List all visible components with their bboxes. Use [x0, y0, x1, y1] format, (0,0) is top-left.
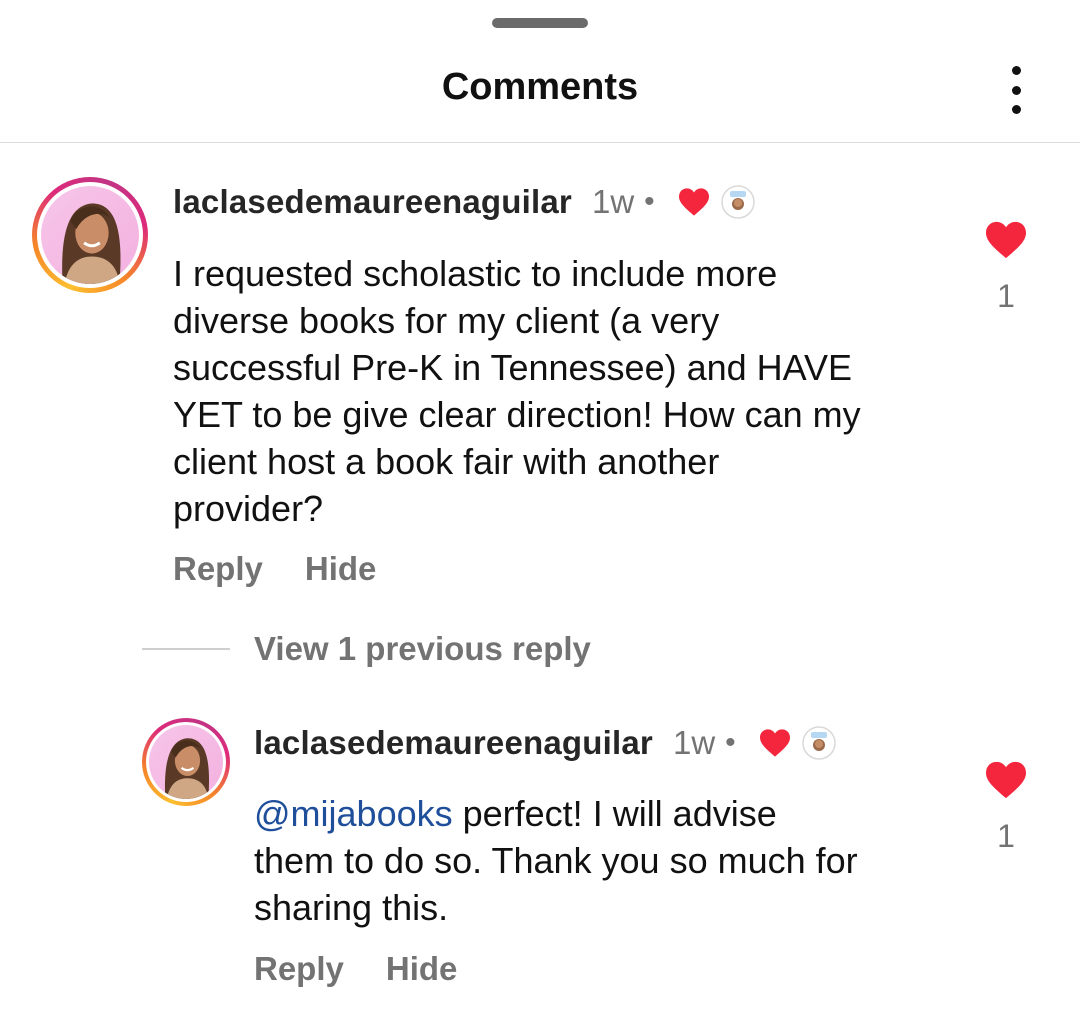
divider: [142, 648, 230, 650]
creator-avatar-icon: [801, 726, 836, 760]
comments-header: Comments: [0, 40, 1080, 143]
reply-button[interactable]: Reply: [254, 950, 344, 988]
avatar[interactable]: [32, 177, 148, 293]
timestamp: 1w: [591, 183, 635, 220]
comment-text: I requested scholastic to include more d…: [173, 250, 861, 532]
reply-line: sharing this.: [254, 887, 449, 928]
view-previous-replies-button[interactable]: View 1 previous reply: [142, 630, 591, 668]
hide-button[interactable]: Hide: [386, 950, 458, 988]
profile-photo: [149, 725, 223, 799]
liked-by-creator-heart-icon: [678, 188, 709, 216]
separator-dot: •: [725, 726, 736, 759]
profile-photo: [41, 186, 139, 284]
like-count: 1: [997, 818, 1015, 854]
reply-text-fragment: perfect! I will advise: [452, 793, 777, 834]
reply-text: @mijabooks perfect! I will advise them t…: [254, 790, 858, 931]
avatar[interactable]: [142, 718, 230, 806]
comment-line: diverse books for my client (a very: [173, 300, 720, 341]
username[interactable]: laclasedemaureenaguilar: [173, 183, 572, 221]
reply-line: @mijabooks perfect! I will advise: [254, 790, 858, 837]
page-title: Comments: [441, 66, 639, 108]
separator-dot: •: [644, 185, 655, 218]
comment-line: client host a book fair with another: [173, 441, 720, 482]
comment-meta: laclasedemaureenaguilar 1w •: [173, 183, 755, 221]
reply-meta: laclasedemaureenaguilar 1w •: [254, 724, 836, 762]
timestamp: 1w: [672, 724, 716, 761]
comment-line: YET to be give clear direction! How can …: [173, 394, 861, 435]
comment-actions: Reply Hide: [173, 550, 376, 588]
reply-button[interactable]: Reply: [173, 550, 263, 588]
heart-icon[interactable]: [984, 760, 1028, 800]
like-count: 1: [997, 278, 1015, 314]
reply-actions: Reply Hide: [254, 950, 457, 988]
heart-icon[interactable]: [984, 220, 1028, 260]
username[interactable]: laclasedemaureenaguilar: [254, 724, 653, 762]
comment-line: I requested scholastic to include more: [173, 253, 778, 294]
view-replies-label: View 1 previous reply: [254, 630, 591, 667]
like-column: 1: [976, 760, 1036, 855]
drag-handle[interactable]: [492, 18, 588, 28]
mention-link[interactable]: @mijabooks: [254, 793, 453, 834]
like-column: 1: [976, 220, 1036, 315]
comment-line: provider?: [173, 488, 324, 529]
more-options-icon[interactable]: [1000, 62, 1032, 118]
reply-line: them to do so. Thank you so much for: [254, 840, 858, 881]
creator-avatar-icon: [720, 185, 755, 219]
liked-by-creator-heart-icon: [759, 729, 790, 757]
hide-button[interactable]: Hide: [305, 550, 377, 588]
comment-line: successful Pre-K in Tennessee) and HAVE: [173, 347, 853, 388]
